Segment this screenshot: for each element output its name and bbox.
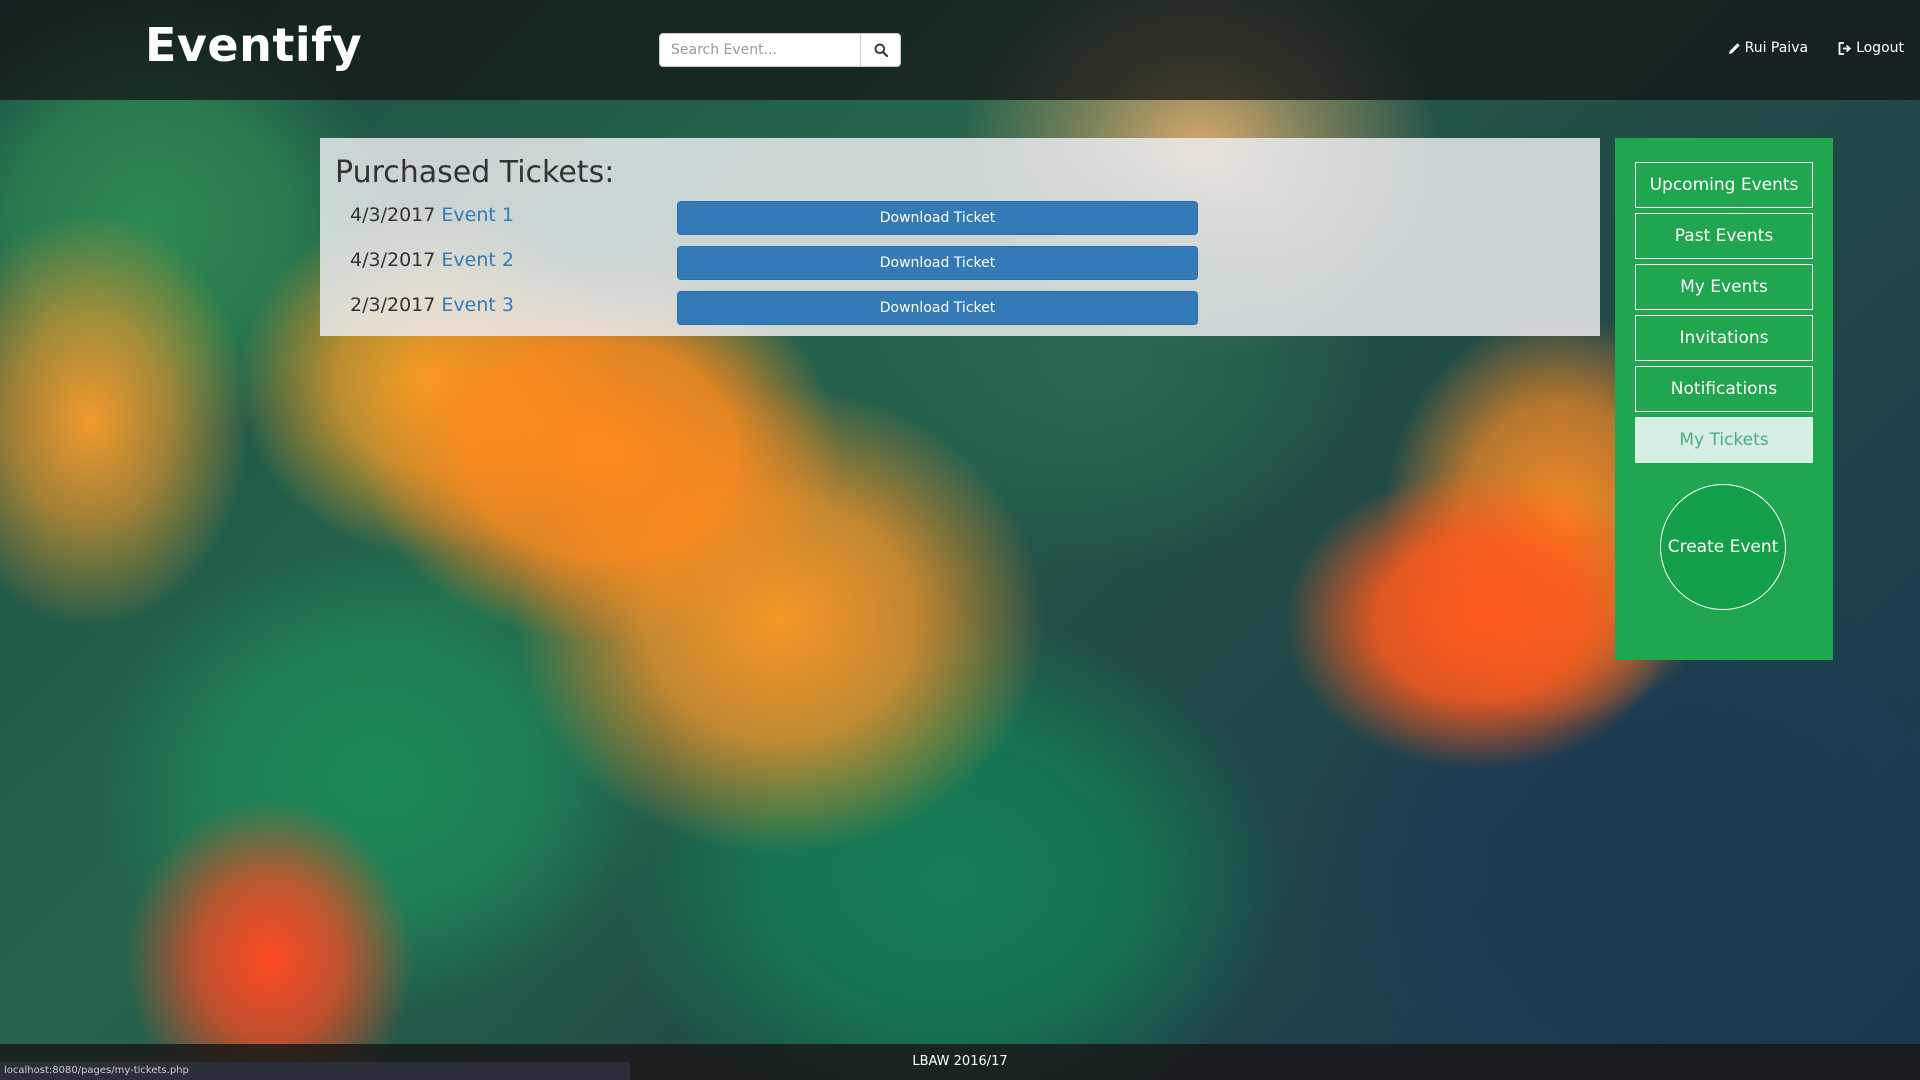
profile-name: Rui Paiva xyxy=(1744,40,1809,56)
logout-link[interactable]: Logout xyxy=(1838,40,1904,56)
top-navbar: Eventify Rui Paiva xyxy=(0,0,1920,100)
sidebar-item-my-events[interactable]: My Events xyxy=(1635,264,1813,310)
logout-icon xyxy=(1838,41,1852,55)
ticket-date: 4/3/2017 xyxy=(350,249,436,271)
sidebar-item-notifications[interactable]: Notifications xyxy=(1635,366,1813,412)
search-input[interactable] xyxy=(659,33,861,67)
ticket-row: 4/3/2017 Event 1 Download Ticket xyxy=(350,201,1570,237)
ticket-row: 2/3/2017 Event 3 Download Ticket xyxy=(350,291,1570,327)
download-ticket-button[interactable]: Download Ticket xyxy=(677,201,1198,235)
ticket-info: 2/3/2017 Event 3 xyxy=(350,293,514,317)
ticket-row: 4/3/2017 Event 2 Download Ticket xyxy=(350,246,1570,282)
sidebar-item-invitations[interactable]: Invitations xyxy=(1635,315,1813,361)
sidebar-item-past-events[interactable]: Past Events xyxy=(1635,213,1813,259)
ticket-date: 4/3/2017 xyxy=(350,204,436,226)
create-event-button[interactable]: Create Event xyxy=(1660,484,1786,610)
search-form xyxy=(659,33,901,67)
pencil-icon xyxy=(1728,42,1740,54)
ticket-date: 2/3/2017 xyxy=(350,294,436,316)
ticket-event-link[interactable]: Event 1 xyxy=(441,204,514,226)
download-ticket-button[interactable]: Download Ticket xyxy=(677,291,1198,325)
download-ticket-button[interactable]: Download Ticket xyxy=(677,246,1198,280)
sidebar-menu: Upcoming Events Past Events My Events In… xyxy=(1615,138,1833,660)
page-background: Eventify Rui Paiva xyxy=(0,0,1920,1080)
purchased-tickets-panel: Purchased Tickets: 4/3/2017 Event 1 Down… xyxy=(320,138,1600,336)
brand-logo[interactable]: Eventify xyxy=(145,18,362,72)
status-bar-url: localhost:8080/pages/my-tickets.php xyxy=(0,1062,630,1080)
logout-label: Logout xyxy=(1856,40,1904,56)
ticket-event-link[interactable]: Event 3 xyxy=(441,294,514,316)
sidebar-item-upcoming-events[interactable]: Upcoming Events xyxy=(1635,162,1813,208)
search-button[interactable] xyxy=(861,33,901,67)
sidebar-item-my-tickets[interactable]: My Tickets xyxy=(1635,417,1813,463)
search-icon xyxy=(874,43,888,57)
profile-link[interactable]: Rui Paiva xyxy=(1728,40,1808,56)
ticket-info: 4/3/2017 Event 2 xyxy=(350,248,514,272)
page-title: Purchased Tickets: xyxy=(335,155,615,190)
user-menu: Rui Paiva Logout xyxy=(1728,40,1904,56)
ticket-info: 4/3/2017 Event 1 xyxy=(350,203,514,227)
ticket-event-link[interactable]: Event 2 xyxy=(441,249,514,271)
